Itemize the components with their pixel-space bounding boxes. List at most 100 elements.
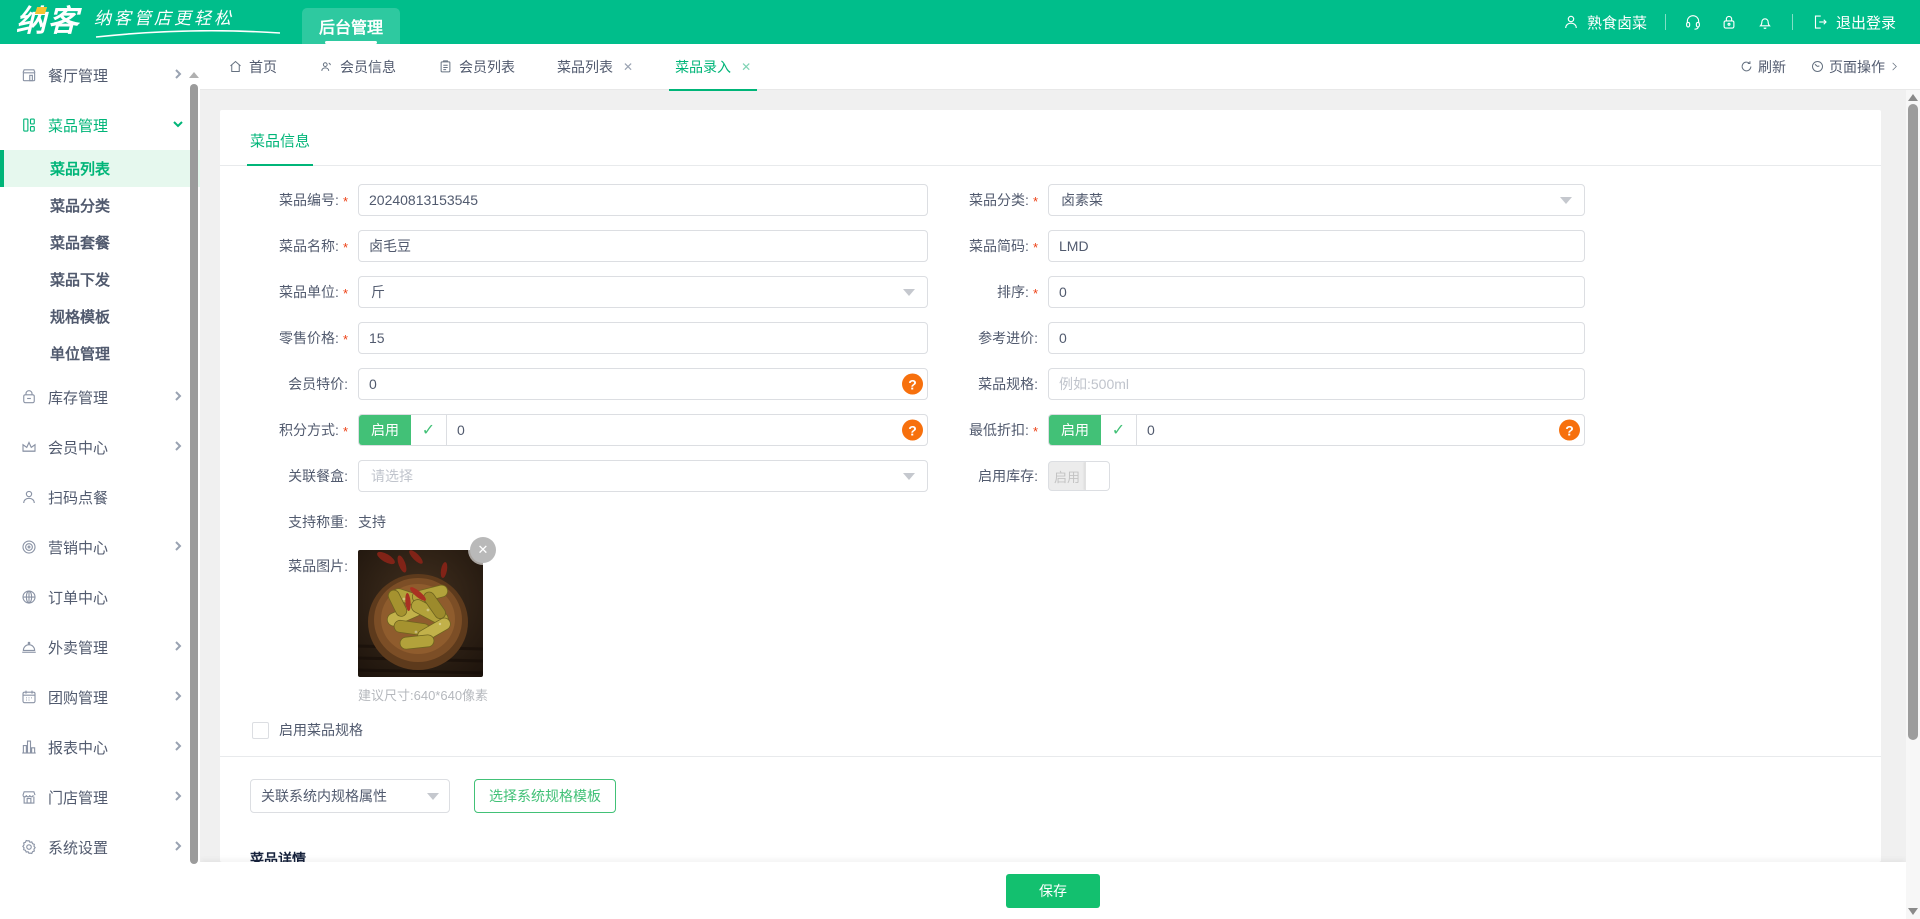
discount-enable-button[interactable]: 启用 [1049, 415, 1101, 445]
slogan-text: 纳客管店更轻松 [94, 9, 234, 28]
discount-value[interactable]: 0 [1137, 415, 1155, 445]
dish-unit-select[interactable]: 斤 [358, 276, 928, 308]
dish-spec-input[interactable] [1048, 368, 1585, 400]
dish-photo[interactable] [358, 550, 483, 677]
retail-price-input[interactable] [358, 322, 928, 354]
page-actions-button[interactable]: 页面操作 [1810, 57, 1900, 77]
sidebar-item-label: 会员中心 [48, 437, 108, 458]
required-mark: * [1033, 194, 1038, 209]
tab-close-icon[interactable]: ✕ [741, 60, 751, 74]
main-scrollbar[interactable] [1906, 90, 1920, 919]
sidebar-item-marketing[interactable]: 营销中心 [0, 522, 200, 572]
logout-button[interactable]: 退出登录 [1811, 12, 1896, 33]
header-right: 熟食卤菜 退出登录 [1562, 12, 1920, 33]
sidebar-item-groupbuy[interactable]: 团购管理 [0, 672, 200, 722]
scroll-down-arrow-icon[interactable] [1908, 908, 1918, 915]
shortcode-input[interactable] [1048, 230, 1585, 262]
chevron-right-icon [172, 839, 184, 856]
sidebar-item-settings[interactable]: 系统设置 [0, 822, 200, 872]
member-icon [319, 59, 334, 74]
sidebar-subitem-dish-list[interactable]: 菜品列表 [0, 150, 200, 187]
dish-category-select[interactable]: 卤素菜 [1048, 184, 1585, 216]
reference-price-input[interactable] [1048, 322, 1585, 354]
sidebar-item-orders[interactable]: 订单中心 [0, 572, 200, 622]
close-icon: ✕ [478, 542, 489, 558]
sidebar-item-takeout[interactable]: 外卖管理 [0, 622, 200, 672]
notifications-button[interactable] [1756, 13, 1774, 31]
main-scrollbar-thumb[interactable] [1908, 104, 1918, 740]
sidebar-scrollbar[interactable] [190, 72, 198, 917]
tab-dish-info[interactable]: 菜品信息 [250, 130, 310, 165]
field-label-meal-box: 关联餐盒: [288, 466, 348, 486]
sidebar-item-stores[interactable]: 门店管理 [0, 772, 200, 822]
caret-down-icon [427, 793, 439, 800]
field-label-weighing: 支持称重: [288, 512, 348, 532]
header-tab-backstage[interactable]: 后台管理 [302, 8, 400, 44]
sidebar-subitem-spec-template[interactable]: 规格模板 [0, 298, 200, 335]
remove-image-button[interactable]: ✕ [470, 537, 496, 563]
sidebar-subitem-dish-dispatch[interactable]: 菜品下发 [0, 261, 200, 298]
member-price-input[interactable] [358, 368, 928, 400]
enable-label: 启用 [1061, 420, 1089, 440]
sort-input[interactable] [1048, 276, 1585, 308]
sidebar-subitem-dish-combo[interactable]: 菜品套餐 [0, 224, 200, 261]
form-footer: 保存 [200, 862, 1906, 919]
sidebar-item-members[interactable]: 会员中心 [0, 422, 200, 472]
caret-down-icon [903, 473, 915, 480]
image-size-hint: 建议尺寸:640*640像素 [358, 685, 483, 704]
headset-icon [1684, 13, 1702, 31]
tab-member-list[interactable]: 会员列表 [438, 44, 515, 90]
required-mark: * [343, 424, 348, 439]
crown-icon [20, 438, 38, 456]
lock-button[interactable] [1720, 13, 1738, 31]
sidebar-item-scan-order[interactable]: 扫码点餐 [0, 472, 200, 522]
cloche-icon [20, 638, 38, 656]
current-user[interactable]: 熟食卤菜 [1562, 12, 1647, 33]
scroll-up-arrow-icon[interactable] [1908, 94, 1918, 101]
help-icon[interactable]: ? [902, 374, 923, 395]
page-actions-icon [1810, 59, 1825, 74]
home-icon [228, 59, 243, 74]
required-mark: * [343, 240, 348, 255]
tab-dish-list[interactable]: 菜品列表 ✕ [557, 44, 633, 90]
chevron-right-icon [172, 67, 184, 84]
sidebar-subitem-unit-management[interactable]: 单位管理 [0, 335, 200, 372]
points-value[interactable]: 0 [447, 415, 465, 445]
dish-name-input[interactable] [358, 230, 928, 262]
scroll-up-arrow-icon[interactable] [189, 72, 199, 78]
subitem-label: 菜品套餐 [50, 232, 110, 253]
points-enable-button[interactable]: 启用 [359, 415, 411, 445]
tab-home[interactable]: 首页 [228, 44, 277, 90]
sidebar-item-inventory[interactable]: 库存管理 [0, 372, 200, 422]
points-mode-field: 启用 ✓ 0 [358, 414, 928, 446]
sidebar-item-reports[interactable]: 报表中心 [0, 722, 200, 772]
sidebar-subitem-dish-category[interactable]: 菜品分类 [0, 187, 200, 224]
refresh-button[interactable]: 刷新 [1739, 57, 1786, 77]
top-header: 纳客 纳客管店更轻松 后台管理 熟食卤菜 [0, 0, 1920, 44]
tab-member-info[interactable]: 会员信息 [319, 44, 396, 90]
enable-spec-checkbox[interactable] [252, 722, 269, 739]
sidebar-item-restaurant[interactable]: 餐厅管理 [0, 50, 200, 100]
dish-code-input[interactable] [358, 184, 928, 216]
sidebar-item-label: 系统设置 [48, 837, 108, 858]
logo-text: 纳客 [16, 4, 80, 40]
support-button[interactable] [1684, 13, 1702, 31]
check-icon[interactable]: ✓ [411, 415, 447, 445]
spec-attr-select[interactable]: 关联系统内规格属性 [250, 779, 450, 813]
meal-box-select[interactable]: 请选择 [358, 460, 928, 492]
help-icon[interactable]: ? [902, 420, 923, 441]
help-icon[interactable]: ? [1559, 420, 1580, 441]
enable-spec-label: 启用菜品规格 [279, 720, 363, 740]
choose-spec-template-button[interactable]: 选择系统规格模板 [474, 779, 616, 813]
bar-chart-icon [20, 738, 38, 756]
sidebar-item-dishes[interactable]: 菜品管理 [0, 100, 200, 150]
logo-label: 纳客 [16, 5, 80, 38]
tab-dish-entry[interactable]: 菜品录入 ✕ [675, 44, 751, 90]
tab-close-icon[interactable]: ✕ [623, 60, 633, 74]
save-button[interactable]: 保存 [1006, 874, 1100, 908]
sidebar-scrollbar-thumb[interactable] [190, 84, 198, 864]
check-icon[interactable]: ✓ [1101, 415, 1137, 445]
sidebar-item-label: 营销中心 [48, 537, 108, 558]
form-section-tabs: 菜品信息 [220, 110, 1881, 166]
stock-toggle[interactable]: 启用 [1048, 461, 1110, 491]
